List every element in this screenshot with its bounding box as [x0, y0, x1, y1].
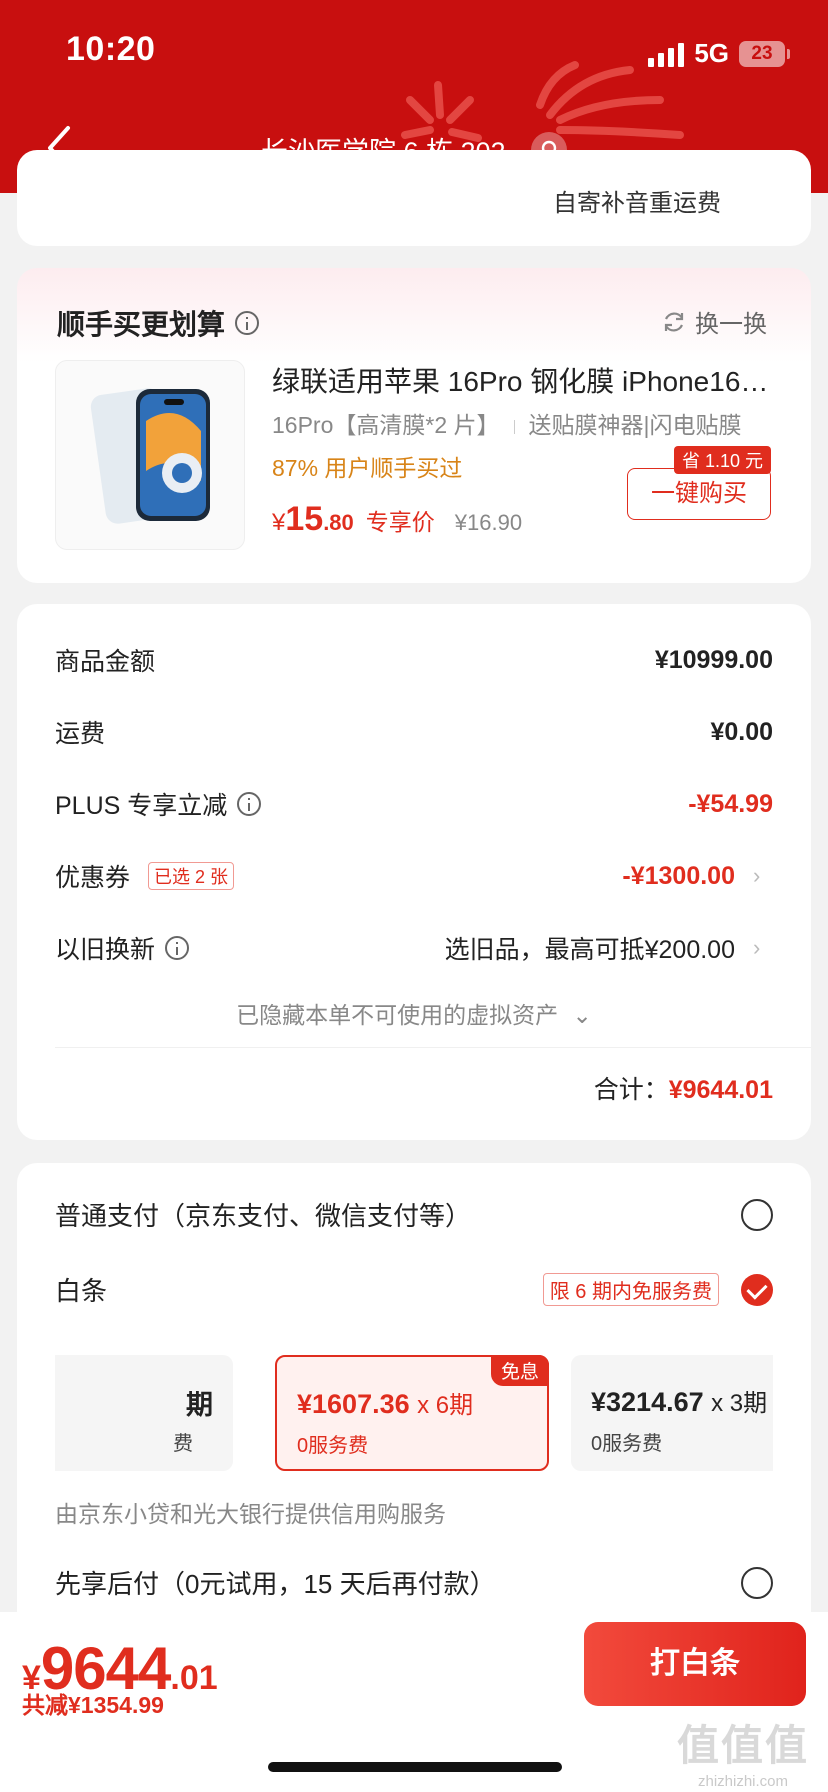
divider	[55, 1047, 811, 1048]
summary-row-coupon[interactable]: 优惠券 已选 2 张 -¥1300.00 ›	[55, 856, 773, 896]
product-name[interactable]: 绿联适用苹果 16Pro 钢化膜 iPhone16Pro	[272, 360, 782, 400]
price-dec: .80	[323, 510, 354, 535]
total-value: ¥9644.01	[668, 1076, 773, 1104]
credit-provider-note: 由京东小贷和光大银行提供信用购服务	[55, 1501, 446, 1527]
coupon-label: 优惠券 已选 2 张	[55, 858, 235, 894]
price-yen: ¥	[272, 509, 286, 536]
summary-row-goods: 商品金额 ¥10999.00	[55, 640, 773, 680]
summary-row-shipping: 运费 ¥0.00	[55, 712, 773, 752]
plan-times: x 6期	[417, 1392, 474, 1419]
plan-card[interactable]: ¥3214.67 x 3期 0服务费	[571, 1355, 773, 1471]
refresh-icon	[664, 312, 684, 331]
battery-icon: 23	[739, 40, 785, 67]
hidden-assets-toggle[interactable]: 已隐藏本单不可使用的虚拟资产 ⌄	[17, 996, 811, 1030]
checkout-bar: ¥ 9644 .01 共减¥1354.99 打白条 值值值 zhizhizhi.…	[0, 1612, 828, 1792]
product-spec: 16Pro【高清膜*2 片】 送贴膜神器|闪电贴膜	[272, 406, 782, 440]
status-indicators: 5G 23	[648, 38, 790, 69]
product-price: ¥ 15 .80 专享价 ¥16.90	[272, 500, 522, 539]
goods-amount-value: ¥10999.00	[654, 645, 773, 674]
shipping-card: 自寄补音重运费	[17, 150, 811, 246]
plan-fee: 0服务费	[591, 1433, 663, 1455]
plan-amount: 期	[186, 1390, 213, 1420]
shipping-value: ¥0.00	[710, 717, 773, 746]
coupon-selected-tag: 已选 2 张	[148, 862, 235, 890]
plan-amount-value: ¥1607.36	[297, 1389, 410, 1419]
plan-amount-value: ¥3214.67	[591, 1387, 704, 1417]
plan-card-selected[interactable]: ¥1607.36 x 6期 0服务费 免息	[275, 1355, 549, 1471]
signal-icon	[648, 41, 685, 67]
home-indicator	[268, 1762, 562, 1772]
installment-plans[interactable]: 期 费 ¥1607.36 x 6期 0服务费 免息 ¥3214.67 x 3期 …	[55, 1355, 773, 1473]
plus-discount-text: PLUS 专享立减	[55, 792, 228, 820]
addon-card: 顺手买更划算 换一换 绿联适用苹果 16Pro 钢化膜 iPhone16Pro …	[17, 268, 811, 583]
addon-title-text: 顺手买更划算	[57, 309, 226, 340]
pay-baitiao-button[interactable]: 打白条	[584, 1622, 806, 1706]
radio-icon[interactable]	[741, 1566, 773, 1599]
plan-amount: ¥3214.67 x 3期	[591, 1383, 767, 1418]
save-badge: 省 1.10 元	[673, 446, 771, 474]
plan-amount: ¥1607.36 x 6期	[297, 1385, 473, 1420]
total-saved: 共减¥1354.99	[22, 1692, 164, 1718]
shipping-label: 运费	[55, 720, 106, 748]
product-spec-2: 送贴膜神器|闪电贴膜	[528, 412, 742, 438]
shipping-note: 自寄补音重运费	[553, 190, 721, 217]
watermark-logo: 值值值 zhizhizhi.com	[668, 1712, 818, 1790]
coupon-value: -¥1300.00	[622, 861, 735, 890]
payment-card: 普通支付（京东支付、微信支付等） 白条 限 6 期内免服务费 期 费 ¥1607…	[17, 1163, 811, 1643]
tradein-text: 以旧换新	[55, 936, 156, 964]
check-icon[interactable]	[741, 1273, 773, 1306]
original-price: ¥16.90	[454, 510, 523, 535]
buy-wrap: 省 1.10 元 一键购买	[627, 446, 771, 520]
plus-discount-value: -¥54.99	[688, 789, 773, 818]
summary-row-tradein[interactable]: 以旧换新 选旧品，最高可抵¥200.00 ›	[55, 928, 773, 968]
tradein-value: 选旧品，最高可抵¥200.00	[444, 936, 735, 964]
total-line: 合计：¥9644.01	[594, 1070, 773, 1106]
product-image[interactable]	[55, 360, 245, 550]
one-click-buy-button[interactable]: 一键购买	[627, 468, 771, 520]
swap-button[interactable]: 换一换	[661, 304, 767, 339]
watermark-big: 值值值	[676, 1722, 809, 1769]
plan-times: x 3期	[711, 1390, 768, 1417]
goods-amount-label: 商品金额	[55, 648, 156, 676]
pay-baitiao-label: 白条	[55, 1276, 108, 1306]
radio-icon[interactable]	[741, 1198, 773, 1231]
interest-free-badge: 免息	[490, 1355, 549, 1386]
pay-option-normal[interactable]: 普通支付（京东支付、微信支付等）	[55, 1196, 773, 1233]
info-icon[interactable]	[235, 311, 260, 335]
price-tag: 专享价	[365, 509, 435, 535]
pay-option-baitiao[interactable]: 白条 限 6 期内免服务费	[55, 1271, 773, 1308]
pay-normal-label: 普通支付（京东支付、微信支付等）	[55, 1201, 472, 1231]
chevron-right-icon: ›	[753, 935, 761, 960]
status-time: 10:20	[66, 30, 156, 68]
hidden-assets-text: 已隐藏本单不可使用的虚拟资产	[236, 1002, 559, 1028]
pay-option-later[interactable]: 先享后付（0元试用，15 天后再付款）	[55, 1564, 773, 1601]
network-label: 5G	[694, 38, 729, 68]
popularity-text: 87% 用户顺手买过	[272, 455, 463, 481]
plus-discount-label: PLUS 专享立减	[55, 786, 262, 822]
pay-later-label: 先享后付（0元试用，15 天后再付款）	[55, 1569, 496, 1599]
price-int: 15	[285, 500, 324, 538]
final-price-dec: .01	[170, 1659, 218, 1697]
battery-tip	[787, 48, 790, 59]
summary-row-plus: PLUS 专享立减 -¥54.99	[55, 784, 773, 824]
plan-fee: 费	[173, 1433, 193, 1455]
plan-fee: 0服务费	[297, 1435, 369, 1457]
product-spec-1: 16Pro【高清膜*2 片】	[272, 412, 500, 438]
order-summary-card: 商品金额 ¥10999.00 运费 ¥0.00 PLUS 专享立减 -¥54.9…	[17, 604, 811, 1140]
coupon-text: 优惠券	[55, 864, 131, 892]
total-label: 合计：	[593, 1076, 669, 1104]
info-icon[interactable]	[165, 936, 190, 960]
plan-card[interactable]: 期 费	[55, 1355, 233, 1471]
swap-label: 换一换	[695, 311, 767, 338]
watermark-small: zhizhizhi.com	[697, 1773, 789, 1790]
chevron-down-icon: ⌄	[572, 1002, 592, 1028]
chevron-right-icon: ›	[753, 863, 761, 888]
baitiao-free-tag: 限 6 期内免服务费	[542, 1273, 719, 1306]
addon-title: 顺手买更划算	[57, 303, 260, 343]
tradein-label: 以旧换新	[55, 930, 190, 966]
info-icon[interactable]	[237, 792, 262, 816]
